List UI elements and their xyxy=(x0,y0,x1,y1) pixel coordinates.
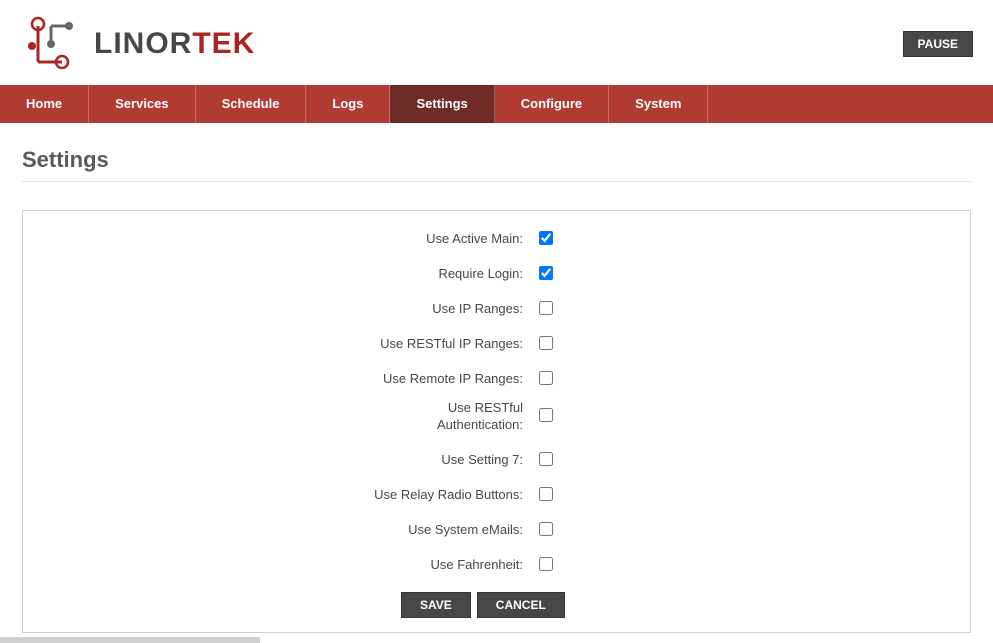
setting-label: Use Active Main: xyxy=(43,231,533,248)
checkbox-use-fahrenheit[interactable] xyxy=(539,557,553,571)
brand-prefix: LINOR xyxy=(94,27,192,60)
setting-row-use-remote-ip-ranges: Use Remote IP Ranges: xyxy=(43,371,950,388)
setting-row-use-relay-radio: Use Relay Radio Buttons: xyxy=(43,487,950,504)
logo-text: LINORTEK xyxy=(94,27,255,61)
logo: LINORTEK xyxy=(24,14,255,73)
logo-icon xyxy=(24,14,86,73)
checkbox-use-ip-ranges[interactable] xyxy=(539,301,553,315)
checkbox-use-relay-radio[interactable] xyxy=(539,487,553,501)
save-button[interactable]: SAVE xyxy=(401,592,471,618)
setting-label: Use Fahrenheit: xyxy=(43,557,533,574)
nav-services[interactable]: Services xyxy=(89,85,196,123)
nav-home[interactable]: Home xyxy=(0,85,89,123)
cancel-button[interactable]: CANCEL xyxy=(477,592,565,618)
setting-row-use-restful-ip-ranges: Use RESTful IP Ranges: xyxy=(43,336,950,353)
setting-label: Use RESTfulAuthentication: xyxy=(43,400,533,434)
setting-row-require-login: Require Login: xyxy=(43,266,950,283)
setting-label: Require Login: xyxy=(43,266,533,283)
content: Settings Use Active Main: Require Login:… xyxy=(0,123,993,633)
checkbox-use-restful-ip-ranges[interactable] xyxy=(539,336,553,350)
button-row: SAVE CANCEL xyxy=(43,592,950,618)
nav-logs[interactable]: Logs xyxy=(306,85,390,123)
settings-form: Use Active Main: Require Login: Use IP R… xyxy=(22,210,971,633)
setting-label: Use System eMails: xyxy=(43,522,533,539)
horizontal-scrollbar[interactable] xyxy=(0,637,260,643)
checkbox-require-login[interactable] xyxy=(539,266,553,280)
setting-row-use-system-emails: Use System eMails: xyxy=(43,522,950,539)
checkbox-use-active-main[interactable] xyxy=(539,231,553,245)
pause-button[interactable]: PAUSE xyxy=(903,31,973,57)
setting-row-use-fahrenheit: Use Fahrenheit: xyxy=(43,557,950,574)
checkbox-use-remote-ip-ranges[interactable] xyxy=(539,371,553,385)
nav-settings[interactable]: Settings xyxy=(390,85,494,123)
nav-system[interactable]: System xyxy=(609,85,708,123)
page-title: Settings xyxy=(22,147,971,182)
checkbox-use-restful-auth[interactable] xyxy=(539,408,553,422)
setting-label: Use IP Ranges: xyxy=(43,301,533,318)
setting-label: Use Relay Radio Buttons: xyxy=(43,487,533,504)
setting-row-use-restful-auth: Use RESTfulAuthentication: xyxy=(43,400,950,434)
setting-row-use-active-main: Use Active Main: xyxy=(43,231,950,248)
brand-suffix: TEK xyxy=(192,27,255,60)
nav-configure[interactable]: Configure xyxy=(495,85,609,123)
setting-label: Use RESTful IP Ranges: xyxy=(43,336,533,353)
setting-row-use-setting-7: Use Setting 7: xyxy=(43,452,950,469)
main-nav: Home Services Schedule Logs Settings Con… xyxy=(0,85,993,123)
setting-label: Use Setting 7: xyxy=(43,452,533,469)
setting-row-use-ip-ranges: Use IP Ranges: xyxy=(43,301,950,318)
checkbox-use-setting-7[interactable] xyxy=(539,452,553,466)
setting-label: Use Remote IP Ranges: xyxy=(43,371,533,388)
header: LINORTEK PAUSE xyxy=(0,0,993,85)
checkbox-use-system-emails[interactable] xyxy=(539,522,553,536)
nav-schedule[interactable]: Schedule xyxy=(196,85,307,123)
